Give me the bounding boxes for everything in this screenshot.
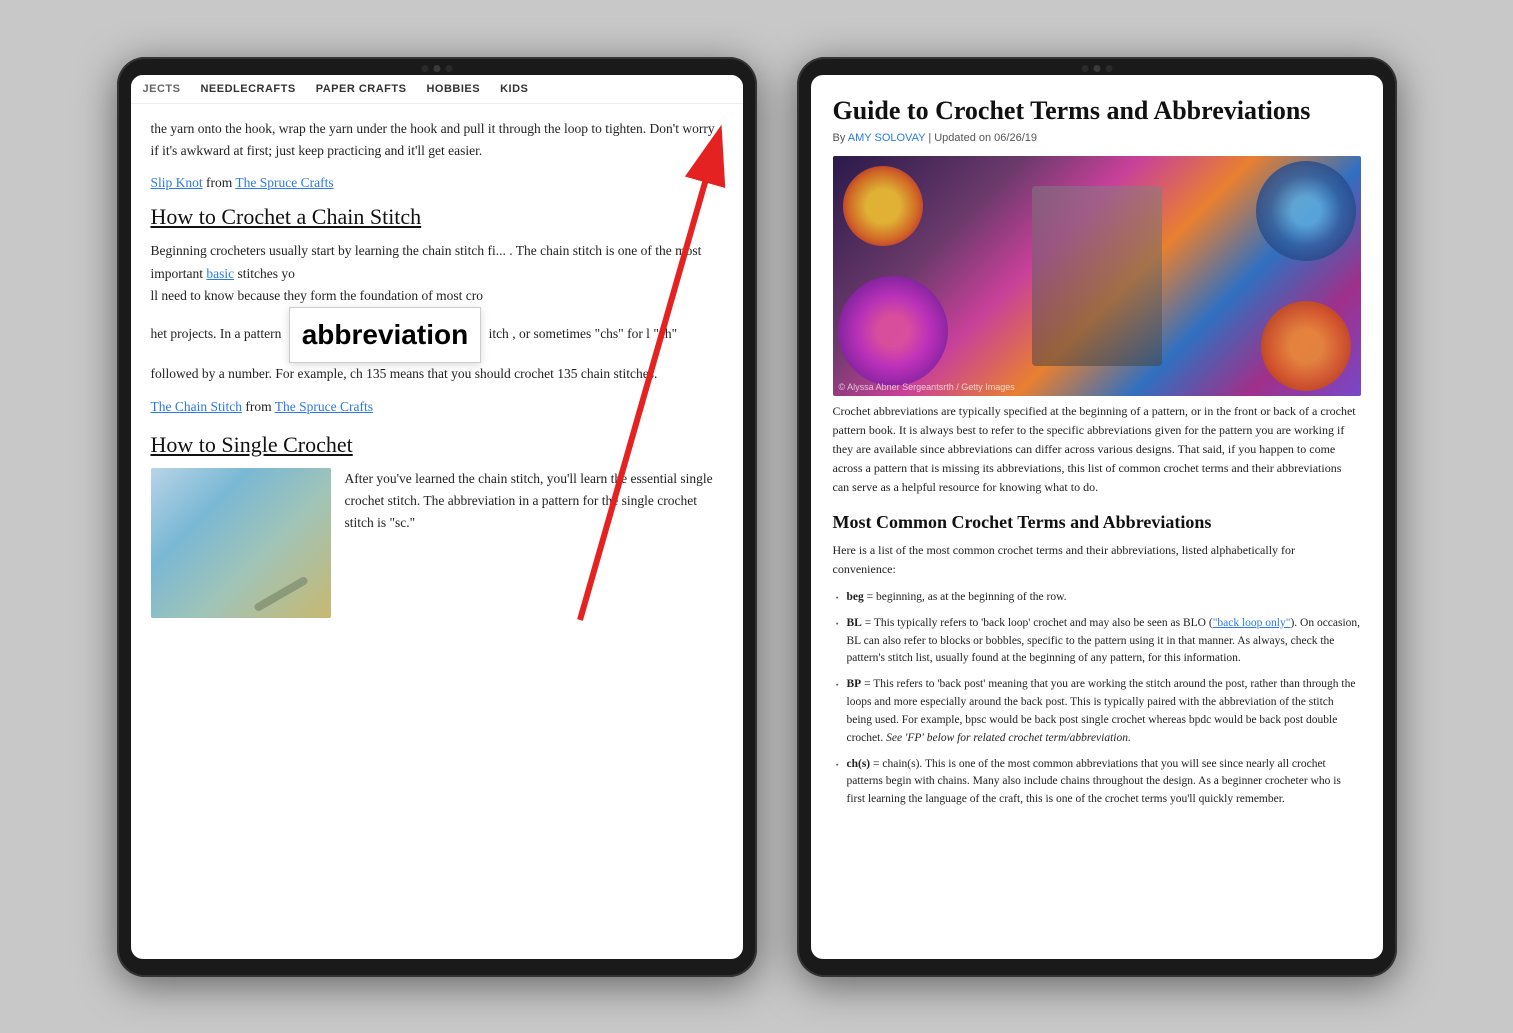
single-crochet-layout: After you've learned the chain stitch, y… bbox=[151, 468, 723, 618]
term-bp-note: See 'FP' below for related crochet term/… bbox=[886, 732, 1131, 744]
article-byline: By AMY SOLOVAY | Updated on 06/26/19 bbox=[833, 132, 1361, 144]
body-part-6: itch bbox=[489, 326, 509, 341]
list-item: ch(s) = chain(s). This is one of the mos… bbox=[833, 756, 1361, 809]
from-text-1: from bbox=[206, 175, 235, 190]
byline-by: By bbox=[833, 132, 846, 144]
nav-bar: JECTS NEEDLECRAFTS PAPER CRAFTS HOBBIES … bbox=[131, 75, 743, 104]
term-bp: BP bbox=[847, 678, 862, 690]
chain-stitch-heading: How to Crochet a Chain Stitch bbox=[151, 204, 723, 230]
nav-item-projects[interactable]: JECTS bbox=[143, 83, 181, 95]
term-beg: beg bbox=[847, 591, 864, 603]
intro-text: the yarn onto the hook, wrap the yarn un… bbox=[151, 121, 715, 158]
abbreviation-tooltip: abbreviation bbox=[289, 307, 481, 363]
right-tablet: Guide to Crochet Terms and Abbreviations… bbox=[797, 57, 1397, 977]
terms-list: beg = beginning, as at the beginning of … bbox=[833, 589, 1361, 809]
basic-link[interactable]: basic bbox=[206, 266, 234, 281]
chain-stitch-body: Beginning crocheters usually start by le… bbox=[151, 240, 723, 385]
tablets-container: JECTS NEEDLECRAFTS PAPER CRAFTS HOBBIES … bbox=[117, 57, 1397, 977]
article-title: Guide to Crochet Terms and Abbreviations bbox=[833, 95, 1361, 126]
camera-dot bbox=[1081, 65, 1088, 72]
single-crochet-section: How to Single Crochet After you've learn… bbox=[151, 432, 723, 618]
nav-item-hobbies[interactable]: HOBBIES bbox=[426, 83, 480, 95]
spruce-crafts-link-1[interactable]: The Spruce Crafts bbox=[235, 175, 333, 190]
article-body-text: Crochet abbreviations are typically spec… bbox=[833, 402, 1361, 498]
article-updated: Updated on 06/26/19 bbox=[934, 132, 1037, 144]
terms-intro: Here is a list of the most common croche… bbox=[833, 541, 1361, 579]
intro-paragraph: the yarn onto the hook, wrap the yarn un… bbox=[151, 118, 723, 163]
author-link[interactable]: AMY SOLOVAY bbox=[848, 132, 925, 144]
chain-stitch-link[interactable]: The Chain Stitch bbox=[151, 399, 243, 414]
list-item: BP = This refers to 'back post' meaning … bbox=[833, 676, 1361, 747]
right-screen: Guide to Crochet Terms and Abbreviations… bbox=[811, 75, 1383, 959]
single-crochet-heading: How to Single Crochet bbox=[151, 432, 723, 458]
nav-item-needlecrafts[interactable]: NEEDLECRAFTS bbox=[200, 83, 295, 95]
slip-knot-paragraph: Slip Knot from The Spruce Crafts bbox=[151, 172, 723, 194]
tablet-camera-right bbox=[1081, 65, 1112, 72]
crochet-image bbox=[151, 468, 331, 618]
term-bl: BL bbox=[847, 617, 862, 629]
article-content-left: the yarn onto the hook, wrap the yarn un… bbox=[131, 104, 743, 959]
nav-item-paper-crafts[interactable]: PAPER CRAFTS bbox=[316, 83, 407, 95]
term-chs: ch(s) bbox=[847, 758, 871, 770]
body-part-7: , or sometimes "chs" for l bbox=[512, 326, 650, 341]
left-tablet: JECTS NEEDLECRAFTS PAPER CRAFTS HOBBIES … bbox=[117, 57, 757, 977]
body-part-cut: ... bbox=[496, 243, 506, 258]
right-article: Guide to Crochet Terms and Abbreviations… bbox=[811, 75, 1383, 959]
list-item: BL = This typically refers to 'back loop… bbox=[833, 615, 1361, 668]
body-part-5: het projects. In a pattern bbox=[151, 326, 282, 341]
list-item: beg = beginning, as at the beginning of … bbox=[833, 589, 1361, 607]
body-part-4: ll need to know because they form the fo… bbox=[151, 288, 484, 303]
hero-credit: © Alyssa Abner Sergeantsrth / Getty Imag… bbox=[839, 382, 1015, 392]
from-text-2: from bbox=[245, 399, 274, 414]
camera-dot bbox=[1105, 65, 1112, 72]
term-bl-def: = This typically refers to 'back loop' c… bbox=[847, 617, 1361, 665]
spruce-crafts-link-2[interactable]: The Spruce Crafts bbox=[275, 399, 373, 414]
article-hero-image: © Alyssa Abner Sergeantsrth / Getty Imag… bbox=[833, 156, 1361, 396]
blo-link[interactable]: "back loop only" bbox=[1213, 617, 1291, 629]
nav-item-kids[interactable]: KIDS bbox=[500, 83, 528, 95]
slip-knot-link[interactable]: Slip Knot bbox=[151, 175, 203, 190]
camera-dot bbox=[433, 65, 440, 72]
camera-dot bbox=[1093, 65, 1100, 72]
tablet-camera-left bbox=[421, 65, 452, 72]
camera-dot bbox=[421, 65, 428, 72]
chain-stitch-link-para: The Chain Stitch from The Spruce Crafts bbox=[151, 396, 723, 418]
left-screen: JECTS NEEDLECRAFTS PAPER CRAFTS HOBBIES … bbox=[131, 75, 743, 959]
terms-subheading: Most Common Crochet Terms and Abbreviati… bbox=[833, 512, 1361, 533]
term-beg-def: = beginning, as at the beginning of the … bbox=[867, 591, 1067, 603]
single-crochet-body: After you've learned the chain stitch, y… bbox=[345, 468, 723, 608]
camera-dot bbox=[445, 65, 452, 72]
term-bp-def: = This refers to 'back post' meaning tha… bbox=[847, 678, 1356, 743]
body-part-3: stitches yo bbox=[238, 266, 295, 281]
term-chs-def: = chain(s). This is one of the most comm… bbox=[847, 758, 1341, 806]
body-part-1: Beginning crocheters usually start by le… bbox=[151, 243, 496, 258]
